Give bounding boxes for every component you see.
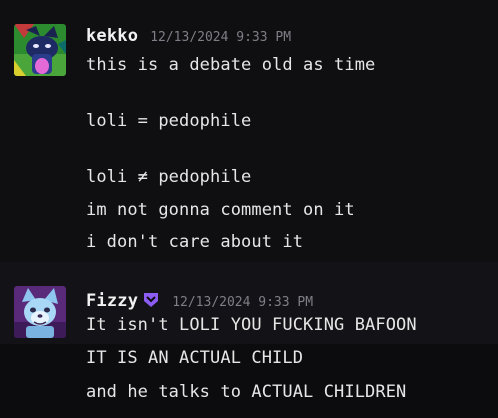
message-line: and he talks to ACTUAL CHILDREN <box>86 382 407 402</box>
message-line: IT IS AN ACTUAL CHILD <box>86 348 304 368</box>
username[interactable]: kekko <box>86 26 138 46</box>
message-line: loli ≠ pedophile <box>86 167 252 187</box>
message-line: this is a debate old as time <box>86 55 376 75</box>
purple-shield-badge-icon <box>144 293 159 307</box>
avatar[interactable] <box>14 286 66 338</box>
timestamp[interactable]: 12/13/2024 9:33 PM <box>172 295 313 310</box>
message-header: kekko 12/13/2024 9:33 PM <box>86 26 291 46</box>
wolf-character-avatar-icon <box>14 286 66 338</box>
avatar[interactable] <box>14 24 66 76</box>
message-group-fizzy: Fizzy 12/13/2024 9:33 PM It isn't LOLI Y… <box>0 262 498 418</box>
chat-log: kekko 12/13/2024 9:33 PM this is a debat… <box>0 0 498 418</box>
message-header: Fizzy 12/13/2024 9:33 PM <box>86 288 313 311</box>
message-line: loli = pedophile <box>86 111 252 131</box>
timestamp[interactable]: 12/13/2024 9:33 PM <box>150 30 291 45</box>
message-group-kekko: kekko 12/13/2024 9:33 PM this is a debat… <box>0 0 498 262</box>
message-line: It isn't LOLI YOU FUCKING BAFOON <box>86 315 417 335</box>
username[interactable]: Fizzy <box>86 291 138 311</box>
message-line: i don't care about it <box>86 232 304 252</box>
message-line: im not gonna comment on it <box>86 200 355 220</box>
fox-character-avatar-icon <box>14 24 66 76</box>
